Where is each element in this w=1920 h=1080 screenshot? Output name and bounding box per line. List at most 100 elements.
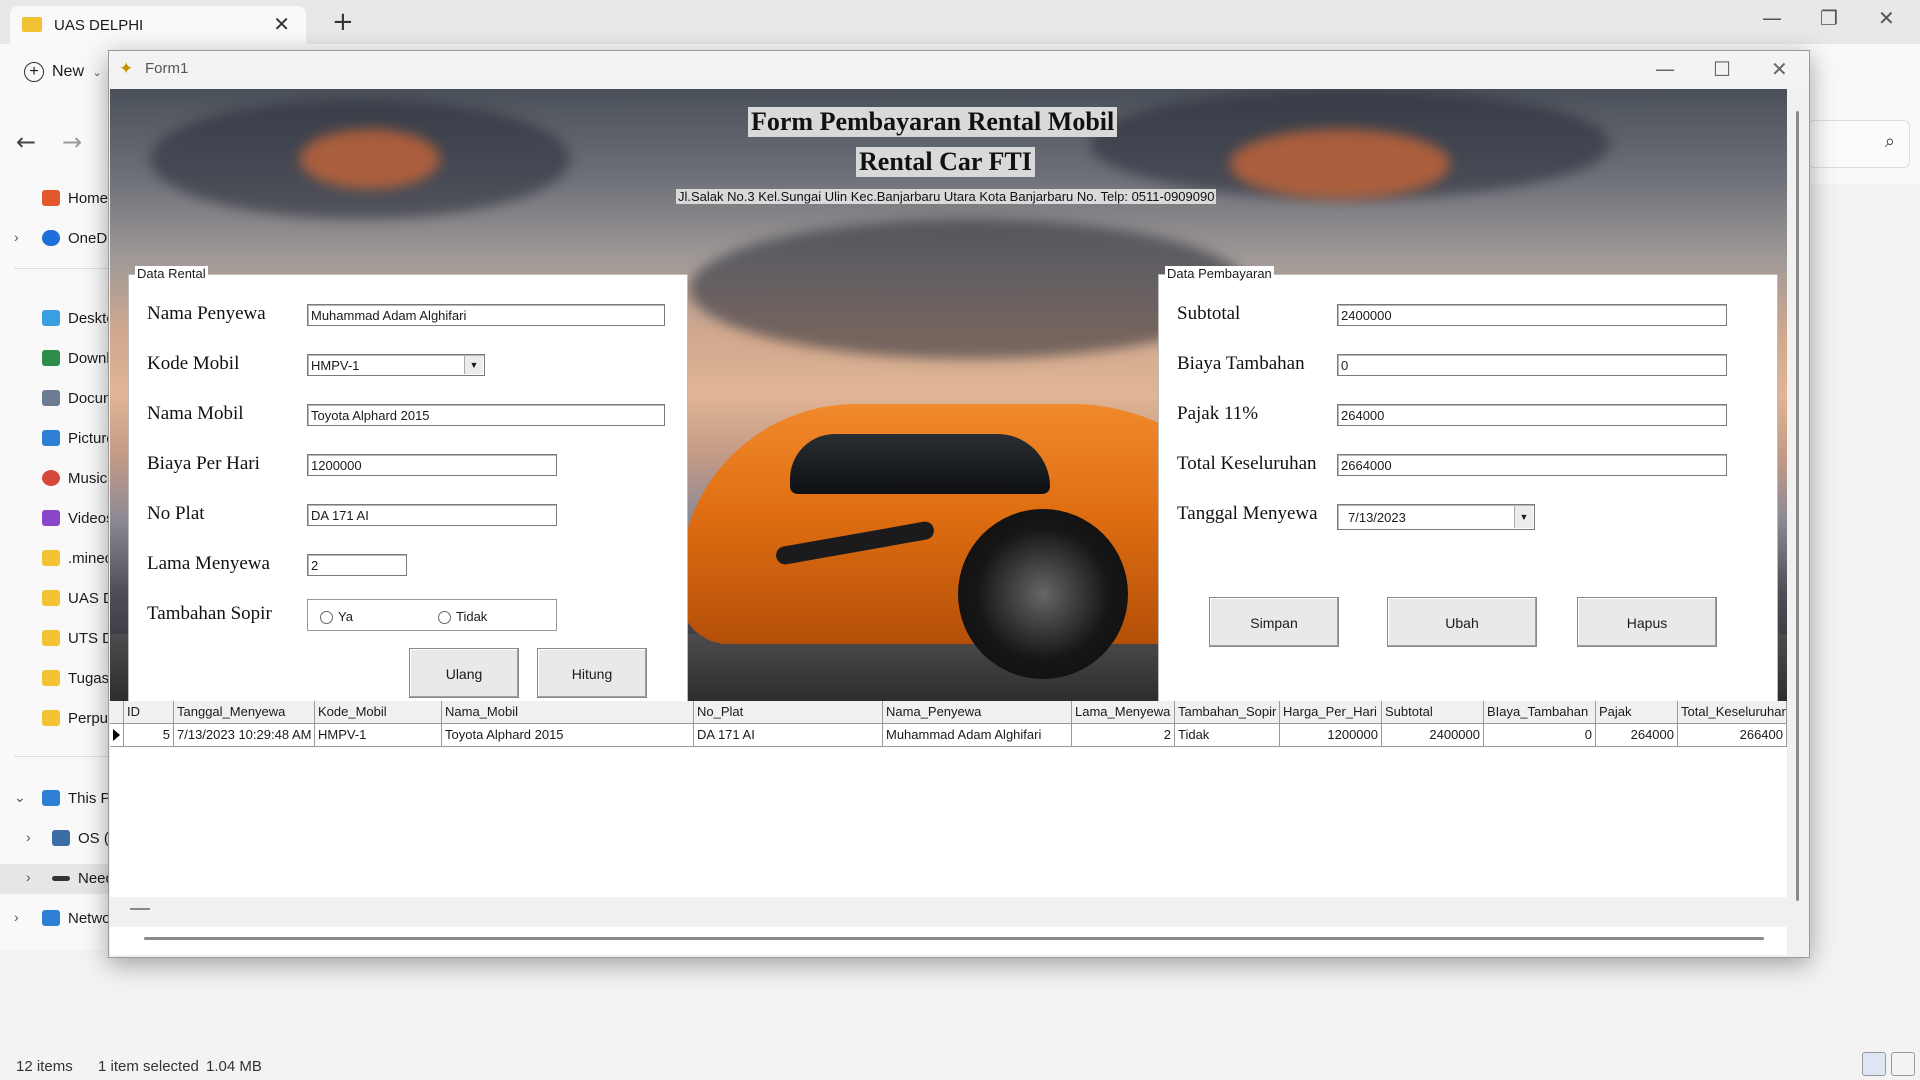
grid-cell[interactable]: Muhammad Adam Alghifari xyxy=(883,724,1072,746)
sidebar-item-perpustakaan[interactable]: Perpustakaan xyxy=(0,704,110,734)
chevron-down-icon[interactable]: ⌄ xyxy=(14,789,26,806)
close-tab-icon[interactable]: ✕ xyxy=(273,12,290,36)
sidebar-item-os-drive[interactable]: › OS (C:) xyxy=(0,824,110,854)
grid-col-tanggal-menyewa[interactable]: Tanggal_Menyewa xyxy=(174,701,315,723)
radio-tidak-label[interactable]: Tidak xyxy=(456,609,487,624)
grid-horizontal-scrollbar[interactable] xyxy=(110,897,1787,927)
ulang-button[interactable]: Ulang xyxy=(409,648,519,698)
grid-col-nama-mobil[interactable]: Nama_Mobil xyxy=(442,701,694,723)
grid-cell[interactable]: 2400000 xyxy=(1382,724,1484,746)
form-header-title: Form Pembayaran Rental Mobil xyxy=(748,107,1118,137)
cloud xyxy=(300,129,440,189)
grid-col-kode-mobil[interactable]: Kode_Mobil xyxy=(315,701,442,723)
sidebar-item-this-pc[interactable]: ⌄ This PC xyxy=(0,784,110,814)
data-pembayaran-title: Data Pembayaran xyxy=(1165,266,1274,281)
grid-col-id[interactable]: ID xyxy=(124,701,174,723)
back-arrow-icon[interactable]: ← xyxy=(16,128,36,156)
details-view-icon[interactable] xyxy=(1862,1052,1886,1076)
sidebar-item-uas-delphi[interactable]: UAS DELPHI xyxy=(0,584,110,614)
subtotal-label: Subtotal xyxy=(1177,303,1241,324)
nama-mobil-input[interactable]: Toyota Alphard 2015 xyxy=(307,404,665,426)
grid-cell[interactable]: HMPV-1 xyxy=(315,724,442,746)
simpan-button[interactable]: Simpan xyxy=(1209,597,1339,647)
sidebar-label: Perpustakaan xyxy=(68,710,110,727)
biaya-tambahan-input[interactable]: 0 xyxy=(1337,354,1727,376)
minimize-icon[interactable]: — xyxy=(1655,57,1675,81)
dropdown-arrow-icon[interactable]: ▼ xyxy=(1514,506,1533,528)
sidebar-item-network[interactable]: › Network xyxy=(0,904,110,934)
tambahan-sopir-label: Tambahan Sopir xyxy=(147,603,272,624)
forward-arrow-icon[interactable]: → xyxy=(62,128,82,156)
radio-ya[interactable] xyxy=(320,611,333,624)
grid-cell[interactable]: 5 xyxy=(124,724,174,746)
hitung-button[interactable]: Hitung xyxy=(537,648,647,698)
grid-col-harga-per-hari[interactable]: Harga_Per_Hari xyxy=(1280,701,1382,723)
radio-ya-label[interactable]: Ya xyxy=(338,609,353,624)
hapus-button[interactable]: Hapus xyxy=(1577,597,1717,647)
tiles-view-icon[interactable] xyxy=(1891,1052,1915,1076)
chevron-right-icon[interactable]: › xyxy=(26,869,31,885)
grid-cell[interactable]: 266400 xyxy=(1678,724,1787,746)
chevron-right-icon[interactable]: › xyxy=(14,909,19,925)
sidebar-item-music[interactable]: Music xyxy=(0,464,110,494)
form-horizontal-scrollbar[interactable] xyxy=(144,937,1764,940)
sidebar-item-downloads[interactable]: Downloads xyxy=(0,344,110,374)
lama-menyewa-input[interactable]: 2 xyxy=(307,554,407,576)
grid-col-pajak[interactable]: Pajak xyxy=(1596,701,1678,723)
grid-cell[interactable]: 7/13/2023 10:29:48 AM xyxy=(174,724,315,746)
grid-col-lama-menyewa[interactable]: Lama_Menyewa xyxy=(1072,701,1175,723)
grid-cell[interactable]: Toyota Alphard 2015 xyxy=(442,724,694,746)
grid-col-biaya-tambahan[interactable]: BIaya_Tambahan xyxy=(1484,701,1596,723)
new-tab-icon[interactable]: + xyxy=(332,7,354,37)
ubah-button[interactable]: Ubah xyxy=(1387,597,1537,647)
sidebar-item-need-drive[interactable]: › Need xyxy=(0,864,110,894)
subtotal-input[interactable]: 2400000 xyxy=(1337,304,1727,326)
grid-col-tambahan-sopir[interactable]: Tambahan_Sopir xyxy=(1175,701,1280,723)
grid-cell[interactable]: DA 171 AI xyxy=(694,724,883,746)
restore-icon[interactable]: ❐ xyxy=(1820,6,1838,30)
cloud-icon xyxy=(42,230,60,246)
total-keseluruhan-input[interactable]: 2664000 xyxy=(1337,454,1727,476)
grid-cell[interactable]: 1200000 xyxy=(1280,724,1382,746)
grid-col-nama-penyewa[interactable]: Nama_Penyewa xyxy=(883,701,1072,723)
no-plat-input[interactable]: DA 171 AI xyxy=(307,504,557,526)
sidebar-item-tugas[interactable]: Tugas xyxy=(0,664,110,694)
grid-col-no-plat[interactable]: No_Plat xyxy=(694,701,883,723)
close-window-icon[interactable]: ✕ xyxy=(1878,6,1895,30)
sidebar-item-desktop[interactable]: Desktop xyxy=(0,304,110,334)
maximize-icon[interactable]: ☐ xyxy=(1713,57,1731,81)
radio-tidak[interactable] xyxy=(438,611,451,624)
table-row[interactable]: 5 7/13/2023 10:29:48 AM HMPV-1 Toyota Al… xyxy=(110,724,1787,747)
sidebar-item-uts-delphi[interactable]: UTS DELPHI xyxy=(0,624,110,654)
grid-cell[interactable]: Tidak xyxy=(1175,724,1280,746)
minimize-icon[interactable]: — xyxy=(1762,6,1782,30)
kode-mobil-label: Kode Mobil xyxy=(147,353,240,374)
chevron-right-icon[interactable]: › xyxy=(14,229,19,245)
biaya-per-hari-input[interactable]: 1200000 xyxy=(307,454,557,476)
search-box[interactable]: ⌕ xyxy=(1808,120,1910,168)
sidebar-item-documents[interactable]: Documents xyxy=(0,384,110,414)
sidebar-item-home[interactable]: Home xyxy=(0,184,110,214)
sidebar-item-pictures[interactable]: Pictures xyxy=(0,424,110,454)
pajak-input[interactable]: 264000 xyxy=(1337,404,1727,426)
sidebar-item-minecraft[interactable]: .minecraft xyxy=(0,544,110,574)
grid-col-subtotal[interactable]: Subtotal xyxy=(1382,701,1484,723)
chevron-right-icon[interactable]: › xyxy=(26,829,31,845)
grid-cell[interactable]: 2 xyxy=(1072,724,1175,746)
nama-penyewa-input[interactable]: Muhammad Adam Alghifari xyxy=(307,304,665,326)
row-indicator-icon xyxy=(110,724,124,746)
kode-mobil-combobox[interactable]: HMPV-1 ▼ xyxy=(307,354,485,376)
grid-cell[interactable]: 0 xyxy=(1484,724,1596,746)
scrollbar-thumb[interactable] xyxy=(130,908,150,910)
sidebar-item-videos[interactable]: Videos xyxy=(0,504,110,534)
close-icon[interactable]: ✕ xyxy=(1771,57,1788,81)
sidebar-item-onedrive[interactable]: › OneDrive xyxy=(0,224,110,254)
data-pembayaran-group: Data Pembayaran Subtotal 2400000 Biaya T… xyxy=(1158,266,1778,701)
new-button[interactable]: + New ⌄ xyxy=(24,62,102,82)
grid-cell[interactable]: 264000 xyxy=(1596,724,1678,746)
tanggal-menyewa-datepicker[interactable]: 7/13/2023 ▼ xyxy=(1337,504,1535,530)
form-vertical-scrollbar[interactable] xyxy=(1796,111,1799,901)
explorer-tab[interactable]: UAS DELPHI ✕ xyxy=(10,6,306,44)
grid-col-total-keseluruhan[interactable]: Total_Keseluruhan xyxy=(1678,701,1787,723)
dropdown-arrow-icon[interactable]: ▼ xyxy=(464,356,483,374)
